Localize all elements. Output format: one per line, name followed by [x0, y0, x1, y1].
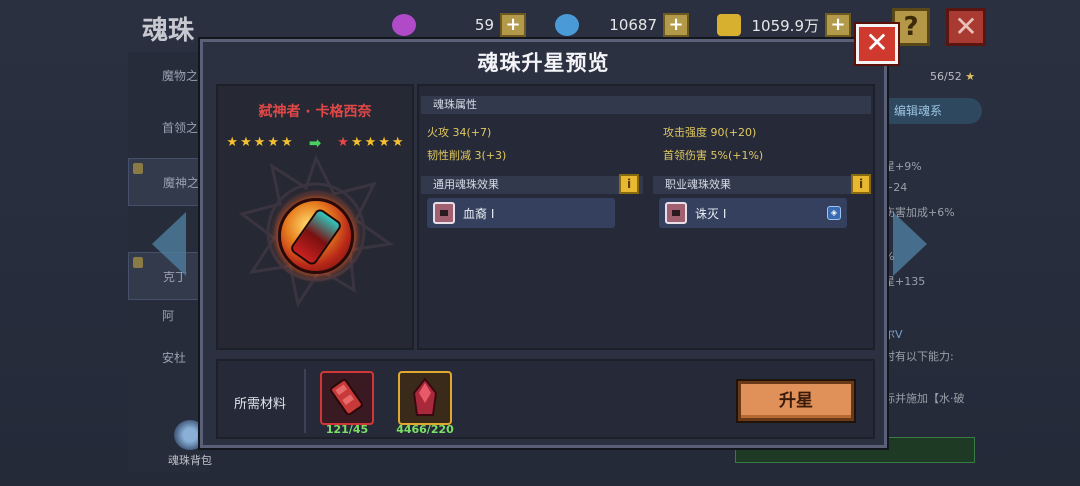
purple-gem-icon — [392, 14, 416, 36]
attributes-panel: 魂珠属性 火攻 34(+7) 攻击强度 90(+20) 韧性削减 3(+3) 首… — [417, 84, 875, 350]
material-count: 4466/220 — [396, 423, 454, 436]
lock-icon — [133, 257, 143, 268]
skull-mask-icon — [433, 202, 455, 224]
class-effect-item[interactable]: 诛灭 Ⅰ ◈ — [659, 198, 847, 228]
game-screen: 魂珠 59 + 10687 + 1059.9万 + ? ✕ 魔物之 首领之 魔神… — [0, 0, 1080, 486]
star-icon: ★ — [965, 70, 976, 83]
star-upgrade-row: ★ ★ ★ ★ ★ ➡ ★ ★ ★ ★ ★ — [218, 134, 412, 152]
upgrade-preview-dialog: 魂珠升星预览 弑神者 · 卡格西奈 ★ ★ ★ ★ ★ ➡ ★ ★ ★ ★ ★ — [200, 39, 887, 448]
red-crystal-shard-icon[interactable] — [320, 371, 374, 425]
currency-blue-gem: 10687 + — [555, 12, 689, 38]
sidebar-item[interactable]: 安杜 — [128, 334, 210, 382]
attribute-toughness-reduction: 韧性削减 3(+3) — [427, 149, 507, 162]
general-effect-item[interactable]: 血裔 Ⅰ — [427, 198, 615, 228]
star-icon: ★ — [391, 135, 404, 150]
arrow-right-icon: ➡ — [308, 134, 322, 152]
currency-value: 10687 — [609, 16, 657, 34]
star-icon: ★ — [281, 135, 293, 150]
attributes-header: 魂珠属性 — [421, 96, 871, 114]
currency-purple-gem: 59 + — [392, 12, 526, 38]
bg-stat: 星+9% — [884, 160, 922, 173]
general-effect-info-icon[interactable]: i — [619, 174, 639, 194]
attribute-attack-power: 攻击强度 90(+20) — [663, 126, 757, 139]
sidebar-item[interactable]: 魔神之 — [128, 158, 210, 206]
bg-stat: +24 — [884, 181, 908, 194]
star-icon: ★ — [267, 135, 280, 150]
star-icon: ★ — [240, 135, 252, 150]
class-effect-info-icon[interactable]: i — [851, 174, 871, 194]
bg-stat: 伤害加成+6% — [884, 206, 955, 219]
attribute-boss-damage: 首领伤害 5%(+1%) — [663, 149, 764, 162]
close-icon[interactable]: ✕ — [856, 24, 898, 64]
previous-arrow-icon[interactable] — [152, 212, 186, 276]
sidebar-item[interactable]: 阿 — [128, 292, 210, 340]
class-effect-header: 职业魂珠效果 — [653, 176, 871, 194]
currency-value: 59 — [474, 16, 494, 34]
upgrade-star-button[interactable]: 升星 — [738, 381, 854, 421]
materials-label: 所需材料 — [234, 397, 287, 412]
sidebar-item[interactable]: 首领之 — [128, 104, 210, 152]
dialog-title: 魂珠升星预览 — [477, 51, 610, 75]
currency-value: 1059.9万 — [751, 16, 820, 35]
hero-panel: 弑神者 · 卡格西奈 ★ ★ ★ ★ ★ ➡ ★ ★ ★ ★ ★ — [216, 84, 414, 350]
screen-title: 魂珠 — [142, 16, 195, 46]
materials-panel: 所需材料 121/45 4466/220 升星 — [216, 359, 875, 439]
screen-close-button[interactable]: ✕ — [946, 8, 986, 46]
soul-orb-gem-icon — [278, 198, 354, 274]
add-purple-gem-button[interactable]: + — [500, 13, 526, 37]
general-effect-header: 通用魂珠效果 — [421, 176, 643, 194]
star-icon: ★ — [226, 135, 239, 150]
material-count: 121/45 — [325, 423, 369, 436]
star-icon: ★ — [253, 135, 266, 150]
star-icon: ★ — [378, 135, 390, 150]
add-blue-gem-button[interactable]: + — [663, 13, 689, 37]
gold-coin-icon — [717, 14, 741, 36]
skull-mask-icon — [665, 202, 687, 224]
orb-count: 56/52 ★ — [930, 70, 976, 83]
next-arrow-icon[interactable] — [893, 212, 927, 276]
add-gold-button[interactable]: + — [825, 13, 851, 37]
bg-stat: 星+135 — [884, 275, 926, 288]
hero-name: 弑神者 · 卡格西奈 — [258, 104, 372, 120]
sidebar-item[interactable]: 魔物之 — [128, 52, 210, 100]
edit-soul-system-button[interactable]: 编辑魂系 — [878, 98, 982, 124]
blue-gem-icon — [555, 14, 579, 36]
attribute-fire-attack: 火攻 34(+7) — [427, 126, 492, 139]
currency-gold: 1059.9万 + — [717, 12, 851, 38]
red-stone-icon[interactable] — [398, 371, 452, 425]
divider — [304, 369, 306, 433]
star-icon: ★ — [350, 135, 363, 150]
star-icon: ★ — [364, 135, 377, 150]
bg-skill-desc: 标并施加【水·破 — [884, 392, 965, 405]
bg-skill-desc: 时有以下能力: — [884, 350, 954, 363]
lock-icon — [133, 163, 143, 174]
star-icon: ★ — [337, 135, 349, 150]
class-badge-icon: ◈ — [827, 206, 841, 220]
